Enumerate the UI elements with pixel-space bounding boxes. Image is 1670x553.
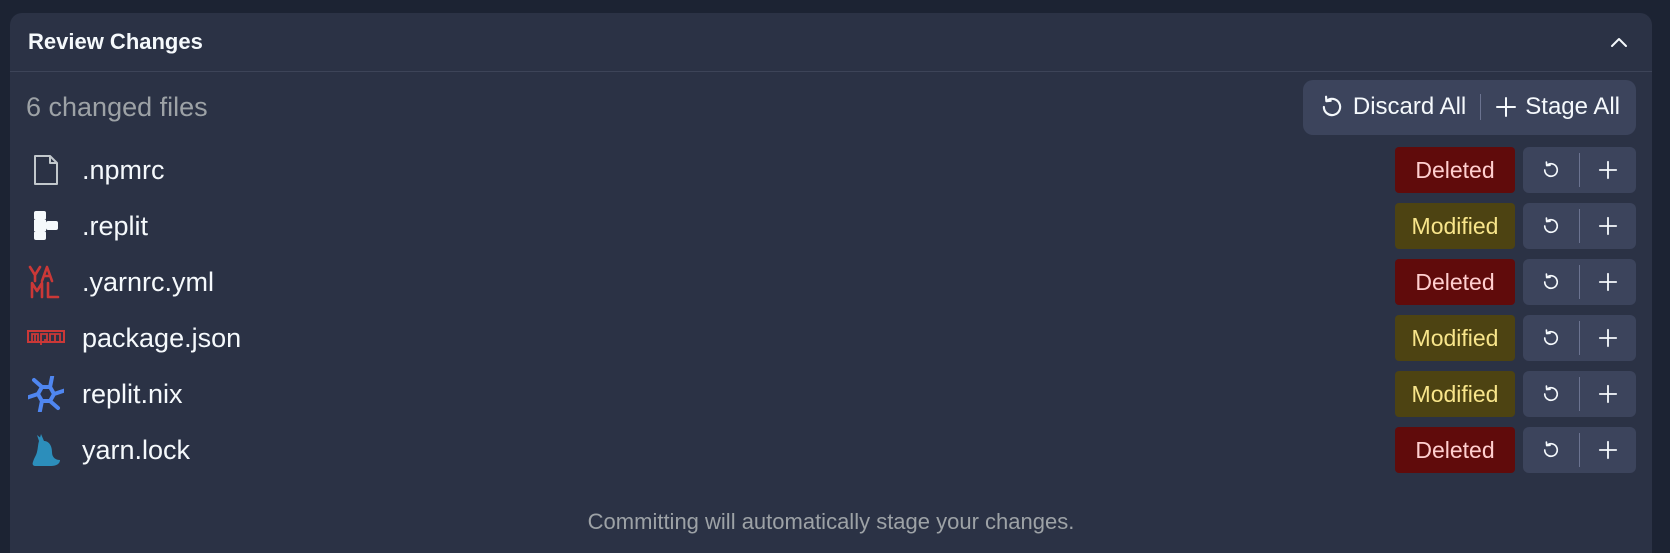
discard-all-label: Discard All: [1352, 93, 1467, 120]
undo-icon: [1543, 161, 1559, 178]
file-name: .npmrc: [82, 154, 165, 185]
row-actions: [1523, 427, 1636, 473]
row-actions: [1523, 315, 1636, 361]
row-actions: [1523, 203, 1636, 249]
plus-icon: [1598, 384, 1618, 404]
discard-file-button[interactable]: [1523, 203, 1579, 249]
stage-file-button[interactable]: [1580, 371, 1636, 417]
undo-icon: [1543, 273, 1559, 290]
file-name: package.json: [82, 322, 242, 353]
status-badge: Modified: [1395, 315, 1515, 361]
chevron-up-icon: [1611, 38, 1627, 47]
status-badge: Modified: [1395, 203, 1515, 249]
file-row[interactable]: replit.nix Modified: [26, 366, 1636, 422]
undo-icon: [1322, 95, 1342, 117]
discard-file-button[interactable]: [1523, 315, 1579, 361]
plus-icon: [1598, 440, 1618, 460]
undo-icon: [1543, 329, 1559, 346]
stage-file-button[interactable]: [1580, 203, 1636, 249]
stage-all-label: Stage All: [1525, 93, 1620, 120]
status-badge: Modified: [1395, 371, 1515, 417]
plus-icon: [1598, 272, 1618, 292]
bulk-actions: Discard All Stage All: [1302, 79, 1636, 135]
discard-all-button[interactable]: Discard All: [1309, 80, 1476, 135]
panel-title: Review Changes: [28, 29, 203, 54]
row-actions: [1523, 259, 1636, 305]
file-name: replit.nix: [82, 378, 183, 409]
discard-file-button[interactable]: [1523, 259, 1579, 305]
stage-all-button[interactable]: Stage All: [1485, 80, 1630, 135]
status-badge: Deleted: [1395, 427, 1515, 473]
yaml-icon: [26, 262, 66, 302]
npm-icon: [26, 318, 66, 358]
plus-icon: [1598, 216, 1618, 236]
file-name: yarn.lock: [82, 434, 191, 465]
undo-icon: [1543, 217, 1559, 234]
file-name: .replit: [82, 210, 149, 241]
row-actions: [1523, 371, 1636, 417]
changed-file-list: .npmrc Deleted .replit Modified .yarnrc.…: [10, 142, 1652, 478]
discard-file-button[interactable]: [1523, 371, 1579, 417]
stage-file-button[interactable]: [1580, 427, 1636, 473]
status-badge: Deleted: [1395, 147, 1515, 193]
stage-file-button[interactable]: [1580, 259, 1636, 305]
commit-hint: Committing will automatically stage your…: [587, 509, 1075, 534]
plus-icon: [1598, 328, 1618, 348]
panel-header: Review Changes: [10, 13, 1652, 72]
file-row[interactable]: .npmrc Deleted: [26, 142, 1636, 198]
nix-icon: [26, 374, 66, 414]
plus-icon: [1598, 160, 1618, 180]
undo-icon: [1543, 441, 1559, 458]
plus-icon: [1496, 97, 1517, 117]
file-row[interactable]: yarn.lock Deleted: [26, 422, 1636, 478]
undo-icon: [1543, 385, 1559, 402]
status-badge: Deleted: [1395, 259, 1515, 305]
bulk-divider: [1480, 94, 1482, 120]
changed-files-count: 6 changed files: [26, 91, 208, 122]
summary-row: 6 changed files Discard All Stage All: [10, 72, 1652, 142]
stage-file-button[interactable]: [1580, 315, 1636, 361]
file-name: .yarnrc.yml: [82, 266, 215, 297]
file-row[interactable]: .replit Modified: [26, 198, 1636, 254]
collapse-button[interactable]: [1604, 27, 1634, 57]
yarn-icon: [26, 430, 66, 470]
stage-file-button[interactable]: [1580, 147, 1636, 193]
row-actions: [1523, 147, 1636, 193]
review-changes-panel: Review Changes 6 changed files Discard A…: [10, 13, 1652, 553]
discard-file-button[interactable]: [1523, 427, 1579, 473]
file-icon: [26, 150, 66, 190]
file-row[interactable]: .yarnrc.yml Deleted: [26, 254, 1636, 310]
file-row[interactable]: package.json Modified: [26, 310, 1636, 366]
discard-file-button[interactable]: [1523, 147, 1579, 193]
replit-icon: [26, 206, 66, 246]
